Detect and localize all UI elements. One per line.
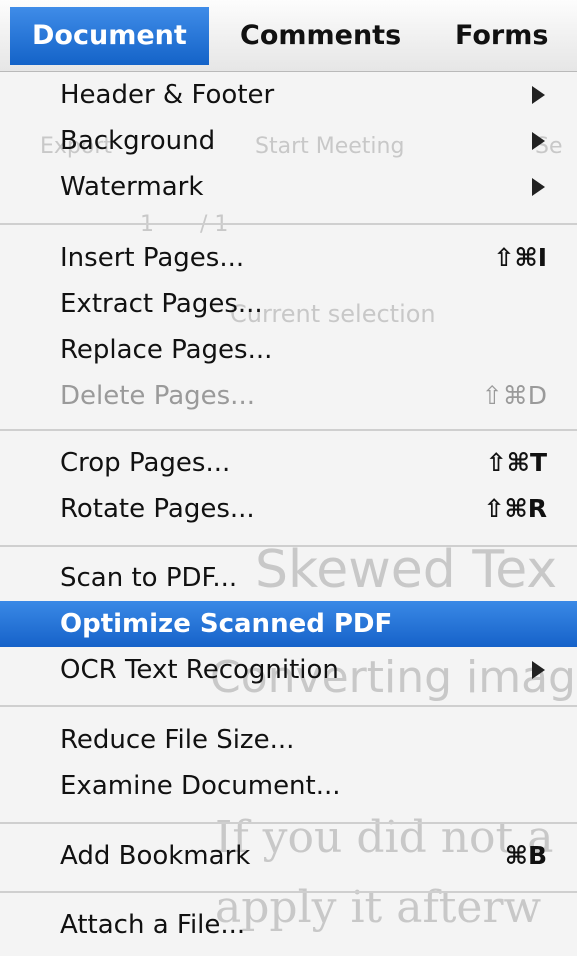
menu-separator [0, 822, 577, 824]
submenu-arrow-icon [532, 661, 545, 679]
menu-item-attach-a-file[interactable]: Attach a File... [0, 902, 577, 948]
menu-item-optimize-scanned-pdf[interactable]: Optimize Scanned PDF [0, 601, 577, 647]
menu-item-label: Scan to PDF... [60, 563, 238, 593]
menu-separator [0, 429, 577, 431]
menu-item-add-bookmark[interactable]: Add Bookmark ⌘B [0, 833, 577, 879]
menu-item-rotate-pages[interactable]: Rotate Pages... ⇧⌘R [0, 486, 577, 532]
menu-item-background[interactable]: Background [0, 118, 577, 164]
menu-item-label: Background [60, 126, 216, 156]
menu-separator [0, 705, 577, 707]
menu-item-label: Watermark [60, 172, 204, 202]
menu-item-replace-pages[interactable]: Replace Pages... [0, 327, 577, 373]
menu-item-label: Reduce File Size... [60, 725, 295, 755]
menu-item-label: Header & Footer [60, 80, 275, 110]
menu-item-watermark[interactable]: Watermark [0, 164, 577, 210]
menu-item-delete-pages: Delete Pages... ⇧⌘D [0, 373, 577, 419]
menu-separator [0, 545, 577, 547]
menubar-document[interactable]: Document [10, 7, 209, 65]
shortcut-label: ⇧⌘I [493, 243, 547, 272]
menu-item-label: Delete Pages... [60, 381, 255, 411]
menu-item-label: Optimize Scanned PDF [60, 609, 393, 639]
menu-separator [0, 891, 577, 893]
menu-item-label: Attach a File... [60, 910, 246, 940]
shortcut-label: ⇧⌘T [485, 448, 547, 477]
menu-item-header-footer[interactable]: Header & Footer [0, 72, 577, 118]
menu-item-label: Examine Document... [60, 771, 341, 801]
submenu-arrow-icon [532, 132, 545, 150]
menu-item-label: Insert Pages... [60, 243, 245, 273]
menubar-forms[interactable]: Forms [455, 7, 548, 65]
menu-item-scan-to-pdf[interactable]: Scan to PDF... [0, 555, 577, 601]
menu-item-label: Replace Pages... [60, 335, 273, 365]
document-menu: Export Start Meeting Se 1 / 1 Current se… [0, 72, 577, 956]
menu-item-reduce-file-size[interactable]: Reduce File Size... [0, 717, 577, 763]
submenu-arrow-icon [532, 86, 545, 104]
menu-item-label: Rotate Pages... [60, 494, 255, 524]
menu-separator [0, 223, 577, 225]
submenu-arrow-icon [532, 178, 545, 196]
menu-item-crop-pages[interactable]: Crop Pages... ⇧⌘T [0, 440, 577, 486]
menubar-comments[interactable]: Comments [240, 7, 401, 65]
menu-item-examine-document[interactable]: Examine Document... [0, 763, 577, 809]
menu-item-label: Crop Pages... [60, 448, 231, 478]
menu-item-label: Extract Pages... [60, 289, 263, 319]
menu-item-extract-pages[interactable]: Extract Pages... [0, 281, 577, 327]
menu-item-label: OCR Text Recognition [60, 655, 339, 685]
shortcut-label: ⌘B [504, 841, 547, 870]
menu-item-label: Add Bookmark [60, 841, 251, 871]
shortcut-label: ⇧⌘R [483, 494, 547, 523]
menubar: Document Comments Forms [0, 0, 577, 72]
menu-item-insert-pages[interactable]: Insert Pages... ⇧⌘I [0, 235, 577, 281]
menu-item-ocr-text-recognition[interactable]: OCR Text Recognition [0, 647, 577, 693]
shortcut-label: ⇧⌘D [481, 381, 547, 410]
